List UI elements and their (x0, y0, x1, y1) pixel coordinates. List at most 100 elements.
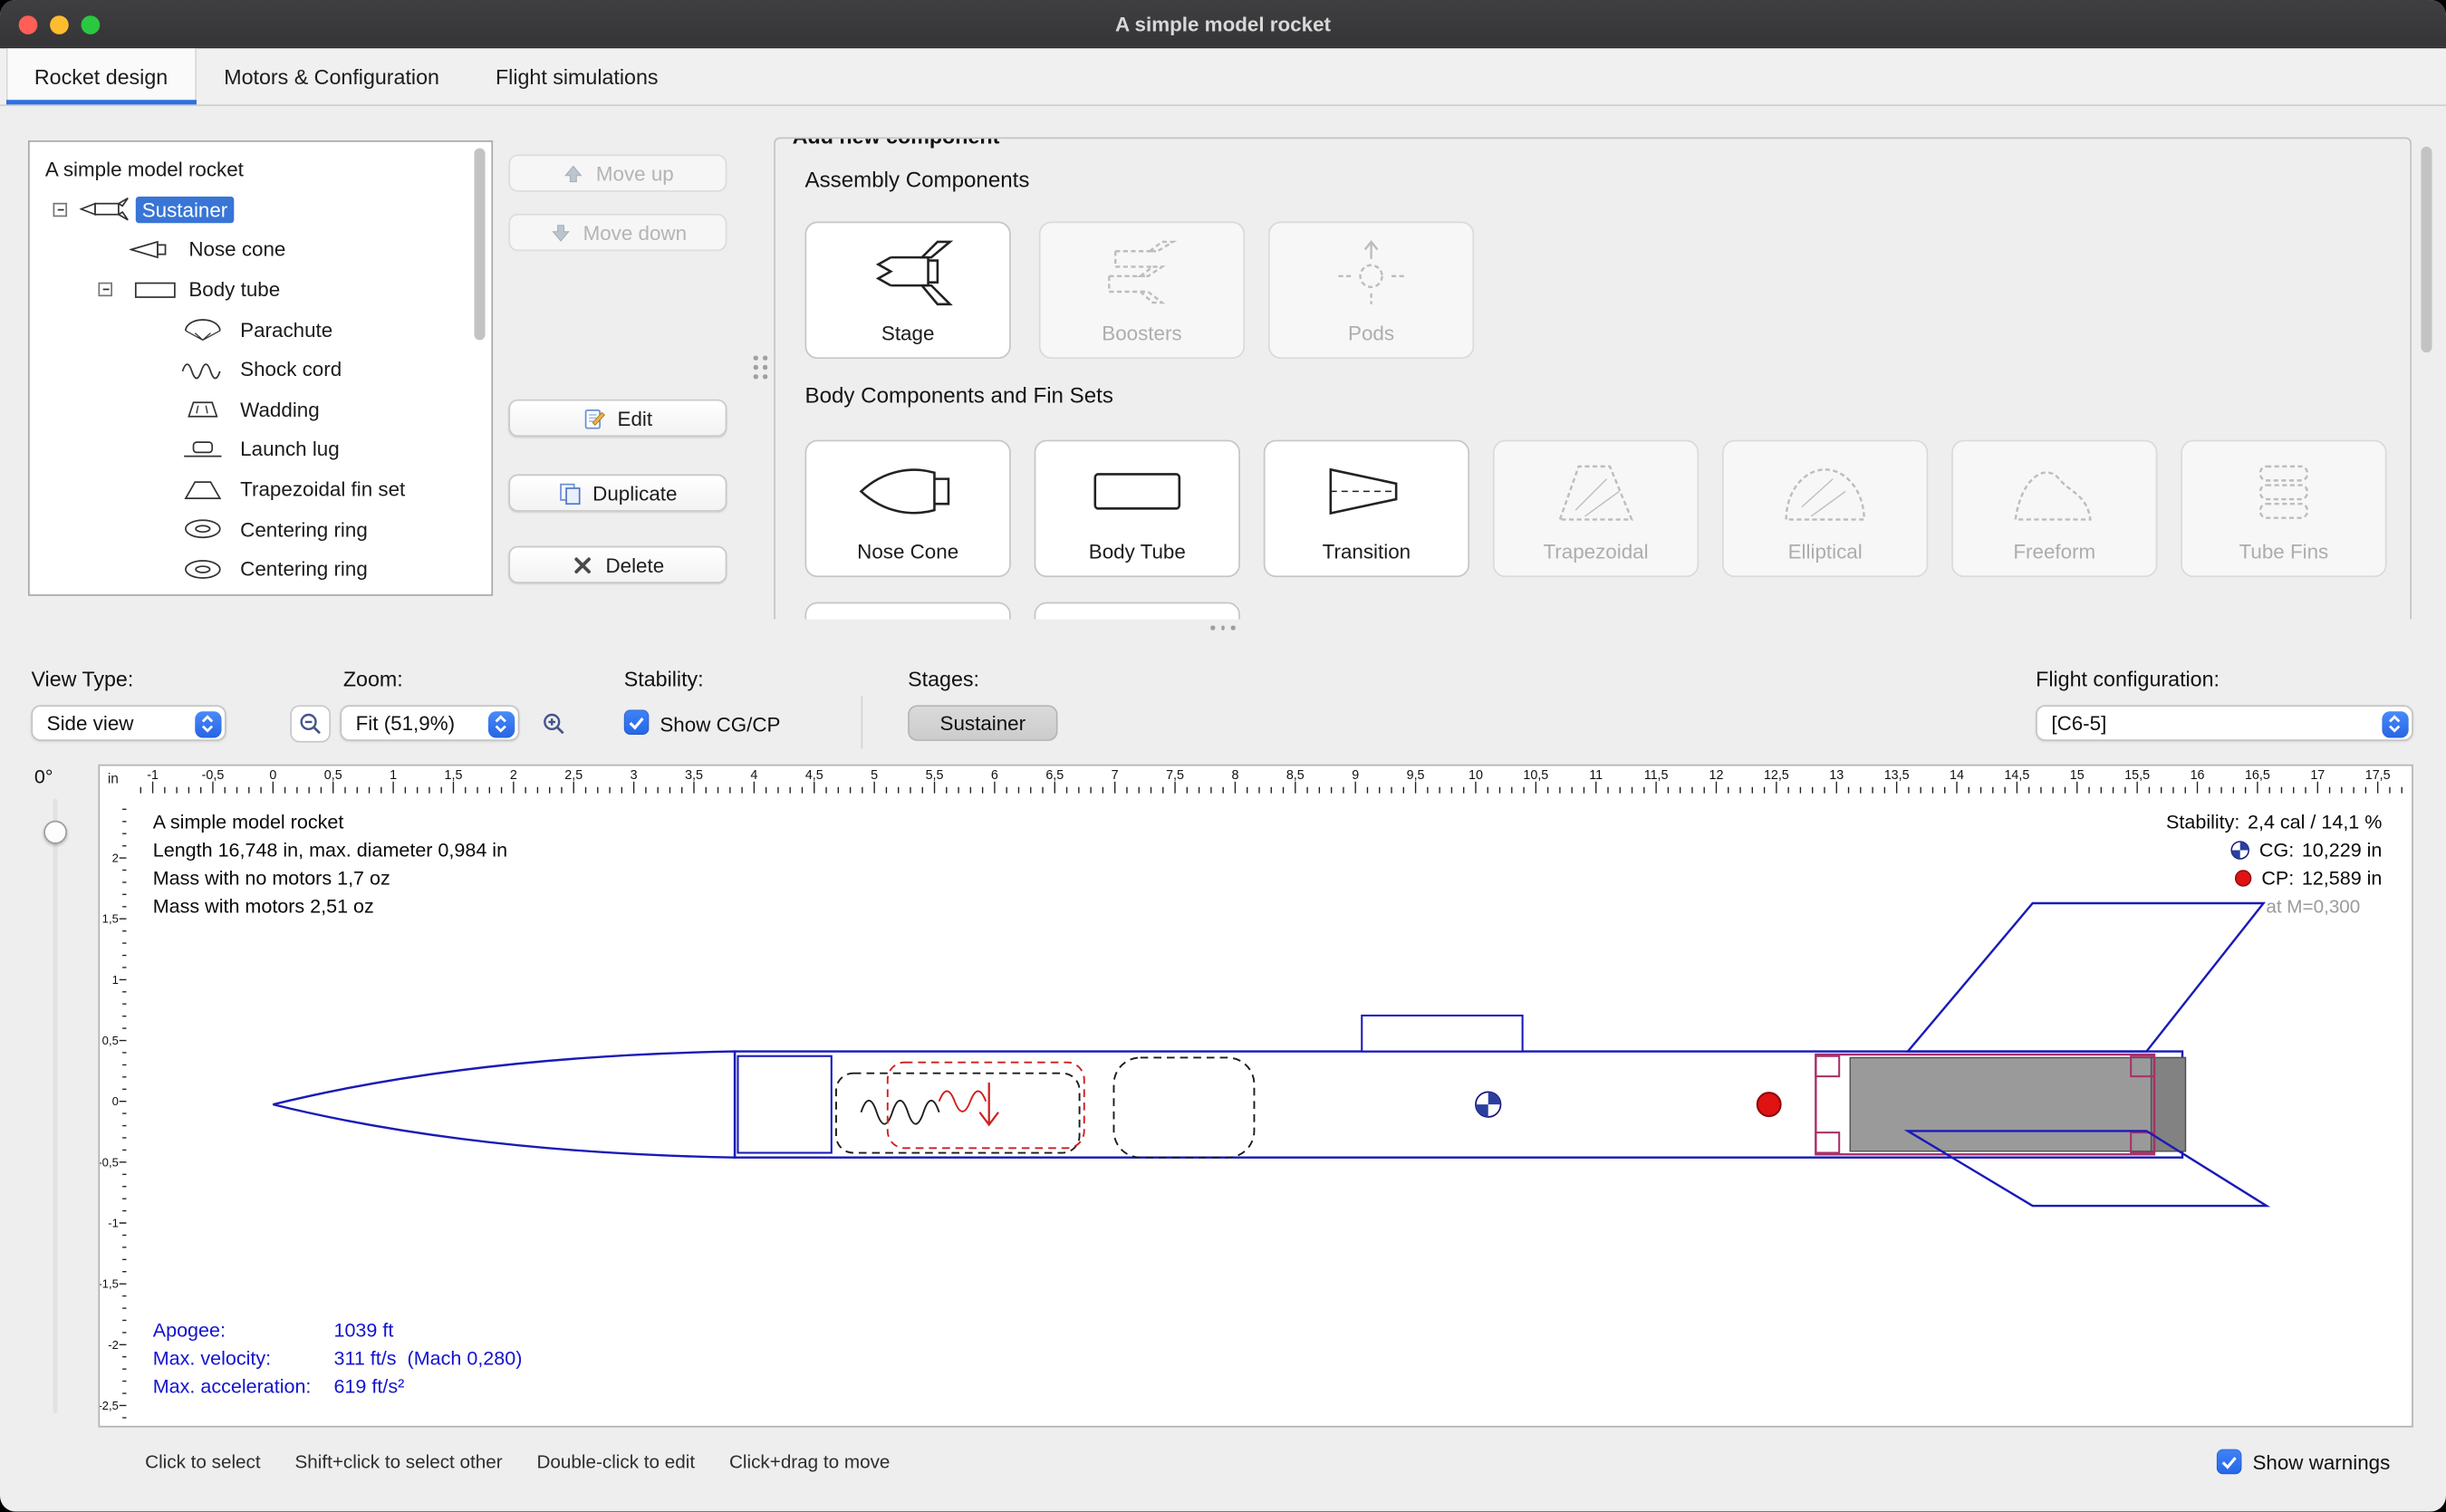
rocket-stage-icon (80, 197, 133, 223)
add-stage-card[interactable]: Stage (805, 222, 1011, 360)
component-card-partial[interactable] (805, 602, 1011, 620)
rotation-angle-label: 0° (34, 766, 53, 787)
svg-text:2,5: 2,5 (564, 768, 583, 783)
boosters-icon (1087, 223, 1197, 321)
fullscreen-window-button[interactable] (82, 14, 101, 34)
add-boosters-card[interactable]: Boosters (1039, 222, 1245, 360)
add-freeform-fin-card[interactable]: Freeform (1951, 440, 2157, 578)
status-hints: Click to select Shift+click to select ot… (145, 1450, 890, 1472)
tree-item-wadding[interactable]: Wadding (30, 390, 492, 429)
cg-label: CG: (2259, 836, 2294, 864)
show-cgcp-checkbox[interactable] (624, 709, 650, 735)
minimize-window-button[interactable] (50, 14, 69, 34)
panel-legend: Add new component (785, 138, 1007, 149)
parachute-icon (181, 318, 225, 342)
fin-shape-upper[interactable] (1908, 903, 2264, 1052)
traffic-lights (19, 14, 101, 34)
zoom-out-button[interactable] (290, 705, 331, 742)
stage-sustainer-toggle[interactable]: Sustainer (908, 705, 1057, 741)
tab-rocket-design[interactable]: Rocket design (6, 48, 196, 104)
flight-configuration-select[interactable]: [C6-5] (2036, 705, 2413, 741)
svg-text:3,5: 3,5 (685, 768, 703, 783)
motor-shape[interactable] (1850, 1057, 2185, 1151)
svg-text:6: 6 (991, 768, 998, 783)
component-card-partial[interactable] (1035, 602, 1240, 620)
apogee-value: 1039 ft (333, 1320, 393, 1342)
add-transition-card[interactable]: Transition (1264, 440, 1469, 578)
stability-text-label: Stability: (2166, 808, 2239, 836)
move-down-button[interactable]: Move down (508, 214, 727, 251)
add-tube-fins-card[interactable]: Tube Fins (2181, 440, 2386, 578)
zoom-out-icon (298, 711, 323, 737)
tree-item-rocket-root[interactable]: A simple model rocket (30, 149, 492, 189)
stability-value: 2,4 cal / 14,1 % (2248, 808, 2382, 836)
delete-button[interactable]: Delete (508, 546, 727, 583)
view-type-select[interactable]: Side view (31, 705, 226, 741)
cp-legend-icon (2232, 867, 2254, 889)
horizontal-split-handle[interactable] (1210, 625, 1235, 629)
tab-motors-configuration[interactable]: Motors & Configuration (196, 48, 467, 104)
svg-text:12: 12 (1709, 768, 1724, 783)
freeform-fin-icon (2000, 441, 2110, 539)
add-pods-card[interactable]: Pods (1268, 222, 1474, 360)
zoom-select[interactable]: Fit (51,9%) (340, 705, 519, 741)
tab-flight-simulations[interactable]: Flight simulations (467, 48, 687, 104)
collapse-handle[interactable] (98, 283, 111, 296)
tree-item-launch-lug[interactable]: Launch lug (30, 429, 492, 469)
openrocket-window: A simple model rocket Rocket design Moto… (0, 0, 2446, 1512)
delete-x-icon (572, 553, 595, 576)
edit-button[interactable]: Edit (508, 400, 727, 437)
move-up-button[interactable]: Move up (508, 154, 727, 191)
tree-item-parachute[interactable]: Parachute (30, 310, 492, 350)
rotation-slider-knob[interactable] (43, 821, 67, 844)
tree-item-sustainer[interactable]: Sustainer (30, 189, 492, 229)
svg-text:8: 8 (1231, 768, 1238, 783)
add-body-tube-card[interactable]: Body Tube (1035, 440, 1240, 578)
toolbar-separator (862, 696, 863, 749)
tree-item-trapezoidal-fin-set[interactable]: Trapezoidal fin set (30, 469, 492, 509)
panel-scrollbar-thumb[interactable] (2421, 147, 2432, 352)
svg-text:7: 7 (1112, 768, 1119, 783)
add-elliptical-fin-card[interactable]: Elliptical (1722, 440, 1928, 578)
svg-text:0,5: 0,5 (324, 768, 342, 783)
svg-text:16: 16 (2191, 768, 2205, 783)
show-warnings-checkbox[interactable] (2217, 1449, 2242, 1475)
tree-item-centering-ring[interactable]: Centering ring (30, 509, 492, 549)
svg-text:9,5: 9,5 (1407, 768, 1425, 783)
tree-scrollbar-thumb[interactable] (474, 149, 485, 341)
add-nose-cone-card[interactable]: Nose Cone (805, 440, 1011, 578)
svg-text:1: 1 (390, 768, 397, 783)
launch-lug-shape[interactable] (1362, 1016, 1522, 1052)
centering-ring-icon (181, 518, 225, 540)
add-trapezoidal-fin-card[interactable]: Trapezoidal (1493, 440, 1699, 578)
tree-item-body-tube[interactable]: Body tube (30, 270, 492, 310)
svg-text:11,5: 11,5 (1644, 768, 1669, 783)
duplicate-button[interactable]: Duplicate (508, 474, 727, 511)
tree-item-nose-cone[interactable]: Nose cone (30, 229, 492, 269)
svg-text:13: 13 (1829, 768, 1844, 783)
svg-text:-0,5: -0,5 (100, 1155, 119, 1169)
body-tube-icon (134, 279, 178, 301)
tree-item-shock-cord[interactable]: Shock cord (30, 350, 492, 390)
select-stepper-icon (487, 710, 514, 737)
transition-icon (1312, 441, 1421, 539)
svg-text:15,5: 15,5 (2124, 768, 2150, 783)
vertical-split-handle[interactable] (754, 356, 767, 380)
svg-text:-2,5: -2,5 (100, 1399, 119, 1412)
zoom-in-button[interactable] (534, 705, 574, 742)
section-assembly-components: Assembly Components (805, 167, 1030, 192)
cg-legend-icon (2229, 839, 2251, 861)
svg-text:1,5: 1,5 (445, 768, 463, 783)
nose-cone-shape[interactable] (273, 1052, 735, 1158)
horizontal-ruler: -1-0,500,511,522,533,544,555,566,577,588… (126, 766, 2414, 794)
cp-label: CP: (2261, 864, 2294, 892)
tree-item-partial[interactable] (30, 589, 492, 596)
svg-text:4,5: 4,5 (805, 768, 823, 783)
collapse-handle[interactable] (53, 203, 67, 217)
edit-icon (583, 407, 607, 430)
close-window-button[interactable] (19, 14, 38, 34)
show-warnings-label: Show warnings (2252, 1450, 2390, 1474)
flight-configuration-label: Flight configuration: (2036, 668, 2220, 691)
tree-item-centering-ring[interactable]: Centering ring (30, 549, 492, 589)
svg-text:2: 2 (112, 852, 119, 865)
